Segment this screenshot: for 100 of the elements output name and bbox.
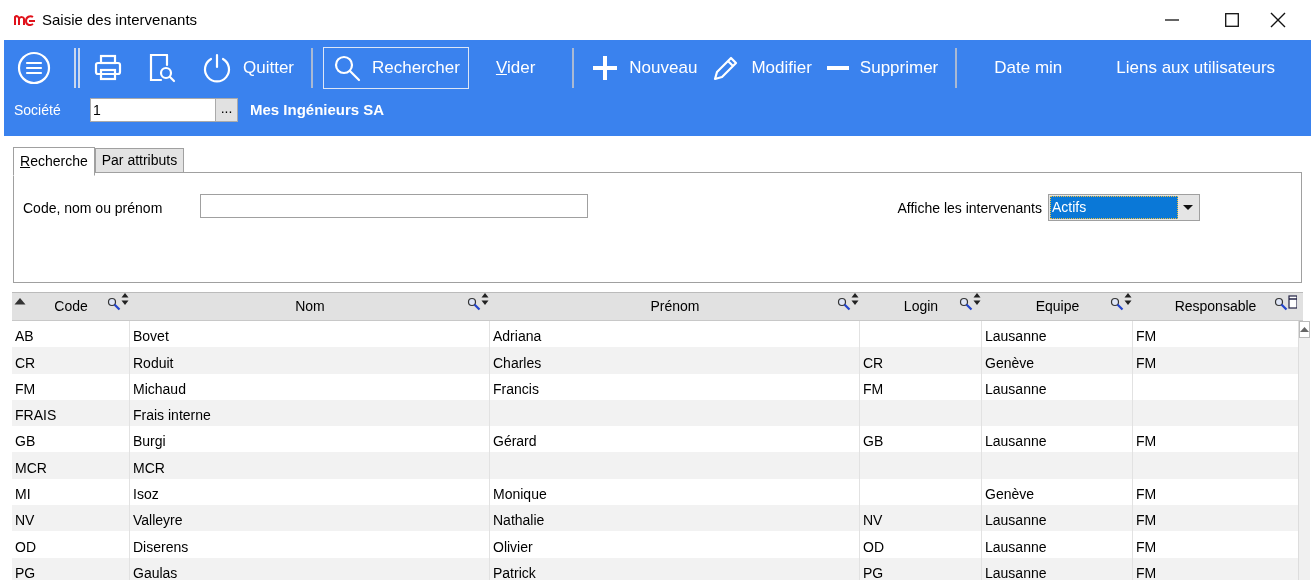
table-cell-text: FM: [1136, 511, 1157, 531]
tab[interactable]: Par attributs: [94, 148, 185, 173]
toolbar-link[interactable]: Date min: [967, 47, 1090, 89]
column-header[interactable]: Nom: [130, 293, 490, 320]
table-cell-text: FRAIS: [15, 406, 57, 426]
table-cell-text: PG: [15, 563, 36, 580]
field-label: Code, nom ou prénom: [23, 199, 164, 218]
toolbar-link[interactable]: Vider: [468, 47, 563, 89]
table-cell-text: FM: [1136, 432, 1157, 452]
table-row[interactable]: MCR MCR: [12, 452, 1298, 479]
table-row[interactable]: PG Gaulas Patrick PG Lausanne FM: [12, 557, 1298, 580]
table-cell-text: OD: [863, 537, 884, 557]
window-title: Saisie des intervenants: [42, 9, 198, 30]
table-cell-text: Nathalie: [493, 511, 545, 531]
column-header[interactable]: Code: [12, 293, 130, 320]
table-cell-text: MI: [15, 485, 31, 505]
table-cell-text: Burgi: [133, 432, 166, 452]
sort-icon: [973, 293, 981, 305]
table-cell-text: MCR: [15, 458, 47, 478]
table-cell-text: FM: [15, 379, 36, 399]
table-cell-text: Valleyre: [133, 511, 183, 531]
table-cell-text: Genève: [985, 485, 1035, 505]
sort-icon: [121, 293, 129, 305]
table-cell-text: Lausanne: [985, 511, 1047, 531]
table-cell-text: CR: [863, 353, 884, 373]
table-cell-text: PG: [863, 563, 884, 580]
table-cell-text: Frais interne: [133, 406, 211, 426]
field-label: Affiche les intervenants: [897, 199, 1042, 218]
table-cell-text: NV: [863, 511, 883, 531]
scroll-up-icon: [1300, 327, 1309, 332]
search-icon: [837, 297, 851, 311]
table-cell-text: OD: [15, 537, 36, 557]
column-header[interactable]: Equipe: [982, 293, 1133, 320]
table-cell-text: FM: [1136, 353, 1157, 373]
table-cell-text: Adriana: [493, 327, 542, 347]
dropdown-arrow-icon: [1183, 205, 1193, 210]
table-cell-text: Monique: [493, 485, 547, 505]
table-cell-text: Gérard: [493, 432, 537, 452]
search-icon: [107, 297, 121, 311]
column-header[interactable]: Prénom: [490, 293, 860, 320]
table-cell-text: GB: [15, 432, 36, 452]
toolbar-link[interactable]: Liens aux utilisateurs: [1089, 47, 1303, 89]
minimize-icon: [1165, 19, 1179, 21]
table-cell-text: Lausanne: [985, 537, 1047, 557]
tab[interactable]: Recherche: [13, 147, 95, 176]
sort-icon: [851, 293, 859, 305]
power-icon: [201, 52, 233, 84]
minus-icon: [825, 64, 850, 72]
table-cell-text: GB: [863, 432, 884, 452]
search-icon: [959, 297, 973, 311]
search-icon: [1110, 297, 1124, 311]
filter-dropdown[interactable]: Actifs: [1048, 194, 1200, 221]
table-cell-text: FM: [863, 379, 884, 399]
table-cell-text: Genève: [985, 353, 1035, 373]
browse-button[interactable]: ...: [215, 99, 237, 121]
maximize-icon: [1225, 13, 1239, 27]
search-icon: [332, 53, 363, 83]
table-cell-text: NV: [15, 511, 35, 531]
search-icon: [1274, 297, 1288, 311]
table-cell-text: Lausanne: [985, 327, 1047, 347]
field-label: Société: [14, 100, 62, 120]
table-row[interactable]: FRAIS Frais interne: [12, 399, 1298, 427]
columns-icon: [1288, 295, 1297, 309]
table-cell-text: Bovet: [133, 327, 169, 347]
table-row[interactable]: NV Valleyre Nathalie NV Lausanne FM: [12, 505, 1298, 532]
toolbar-button[interactable]: Rechercher: [323, 47, 469, 89]
close-icon: [1270, 12, 1286, 28]
table-cell-text: Olivier: [493, 537, 533, 557]
company-field[interactable]: 1 ...: [90, 98, 238, 122]
table-cell-text: FM: [1136, 563, 1157, 580]
table-cell-text: CR: [15, 353, 36, 373]
menu-icon: [17, 51, 51, 85]
toolbar-button[interactable]: Supprimer: [818, 47, 946, 89]
table-cell-text: Patrick: [493, 563, 536, 580]
table-cell-text: Roduit: [133, 353, 174, 373]
sort-icon: [481, 293, 489, 305]
table-cell-text: Lausanne: [985, 563, 1047, 580]
table-cell-text: Charles: [493, 353, 542, 373]
table-cell-text: Lausanne: [985, 432, 1047, 452]
table-row[interactable]: CR Roduit Charles CR Genève FM: [12, 347, 1298, 374]
search-field[interactable]: [200, 194, 588, 218]
column-header[interactable]: Login: [860, 293, 982, 320]
table-cell-text: Gaulas: [133, 563, 178, 580]
table-cell-text: FM: [1136, 327, 1157, 347]
column-header[interactable]: Responsable: [1133, 293, 1298, 320]
sort-icon: [1124, 293, 1132, 305]
search-icon: [467, 297, 481, 311]
table-cell-text: FM: [1136, 485, 1157, 505]
sort-ascending-icon: [14, 298, 26, 306]
toolbar-button[interactable]: Modifier: [704, 47, 819, 89]
toolbar-button[interactable]: Nouveau: [584, 47, 705, 89]
table-cell-text: Diserens: [133, 537, 189, 557]
plus-icon: [591, 54, 620, 82]
app-logo-icon: [14, 14, 36, 26]
table-cell-text: Francis: [493, 379, 539, 399]
company-name: Mes Ingénieurs SA: [250, 99, 385, 120]
table-cell-text: FM: [1136, 537, 1157, 557]
toolbar-button[interactable]: Quitter: [194, 47, 302, 89]
printer-icon: [93, 53, 123, 83]
table-cell-text: AB: [15, 327, 34, 347]
